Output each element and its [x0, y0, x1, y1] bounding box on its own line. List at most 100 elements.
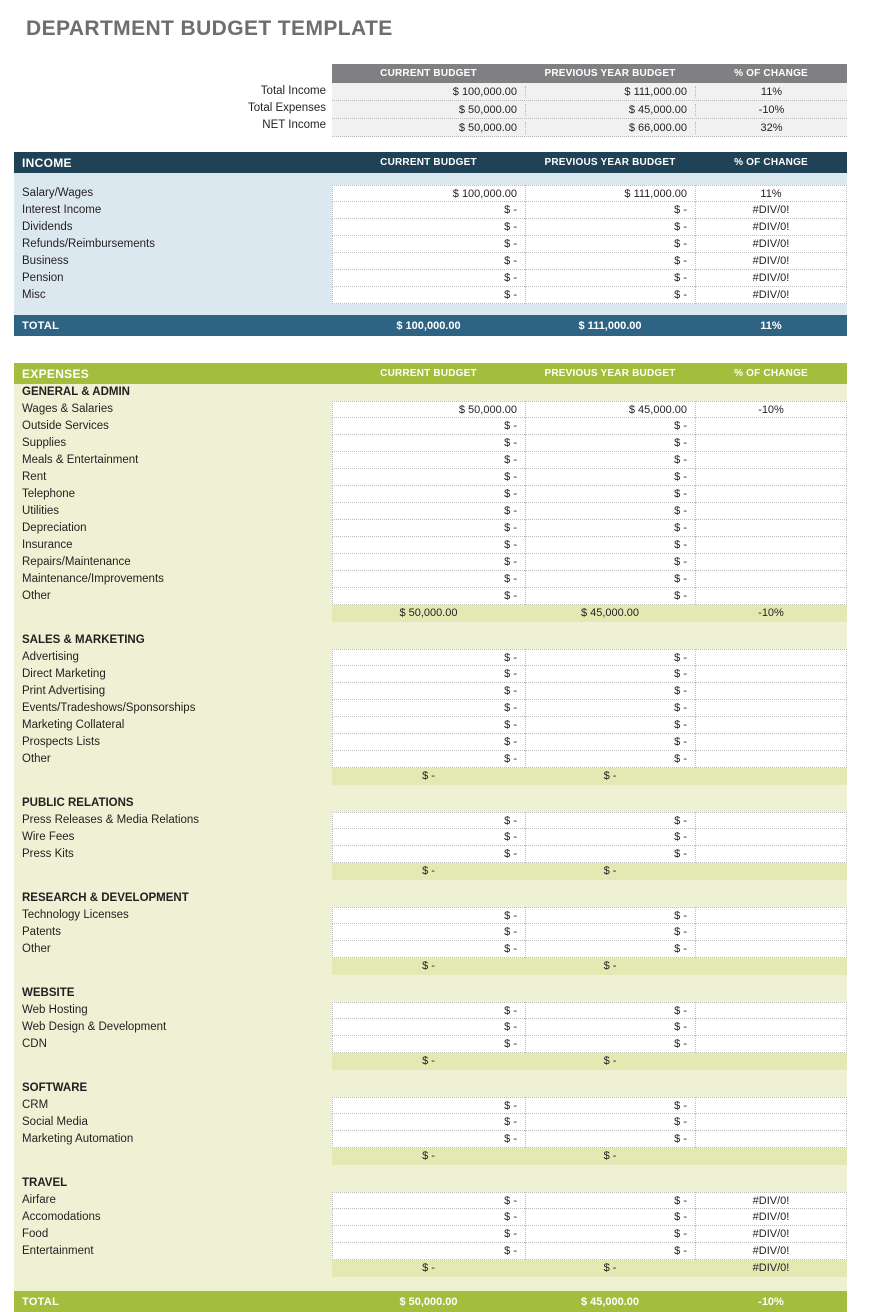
cell-previous[interactable]: $ -	[525, 503, 695, 520]
cell-previous[interactable]: $ -	[525, 253, 695, 270]
cell-previous[interactable]: $ -	[525, 452, 695, 469]
summary-label-total-income: Total Income	[260, 85, 326, 97]
expenses-header-change: % OF CHANGE	[734, 368, 808, 379]
cell-previous[interactable]: $ -	[525, 683, 695, 700]
cell-previous[interactable]: $ -	[525, 219, 695, 236]
cell-previous[interactable]: $ -	[525, 812, 695, 829]
cell-previous[interactable]: $ -	[525, 829, 695, 846]
cell-current[interactable]: $ -	[332, 236, 525, 253]
cell-current[interactable]: $ -	[332, 1209, 525, 1226]
subtotal-previous: $ -	[525, 863, 695, 880]
cell-current[interactable]: $ 100,000.00	[332, 185, 525, 202]
cell-current[interactable]: $ -	[332, 588, 525, 605]
cell-previous[interactable]: $ -	[525, 571, 695, 588]
cell-current[interactable]: $ -	[332, 537, 525, 554]
cell-previous[interactable]: $ -	[525, 418, 695, 435]
table-row[interactable]: $ 50,000.00 $ 45,000.00 -10%	[332, 101, 847, 119]
cell-current[interactable]: $ -	[332, 700, 525, 717]
cell-previous[interactable]: $ -	[525, 1114, 695, 1131]
cell-change: #DIV/0!	[695, 1192, 847, 1209]
cell-previous[interactable]: $ -	[525, 941, 695, 958]
summary-label-total-expenses: Total Expenses	[248, 102, 326, 114]
cell-current[interactable]: $ -	[332, 503, 525, 520]
cell-current[interactable]: $ -	[332, 907, 525, 924]
cell-previous[interactable]: $ -	[525, 469, 695, 486]
cell-previous[interactable]: $ -	[525, 1002, 695, 1019]
cell-current[interactable]: $ -	[332, 1019, 525, 1036]
cell-previous[interactable]: $ -	[525, 287, 695, 304]
cell-change: #DIV/0!	[695, 219, 847, 236]
cell-current[interactable]: $ -	[332, 924, 525, 941]
cell-current[interactable]: $ -	[332, 1097, 525, 1114]
cell-current[interactable]: $ 50,000.00	[332, 104, 525, 116]
cell-current[interactable]: $ -	[332, 270, 525, 287]
table-row[interactable]: $ 100,000.00 $ 111,000.00 11%	[332, 83, 847, 101]
cell-previous[interactable]: $ -	[525, 435, 695, 452]
cell-previous[interactable]: $ -	[525, 907, 695, 924]
cell-current[interactable]: $ -	[332, 751, 525, 768]
cell-previous[interactable]: $ 45,000.00	[525, 401, 695, 418]
cell-current[interactable]: $ -	[332, 812, 525, 829]
cell-previous[interactable]: $ -	[525, 666, 695, 683]
cell-previous[interactable]: $ 111,000.00	[525, 85, 695, 98]
cell-previous[interactable]: $ -	[525, 202, 695, 219]
cell-current[interactable]: $ -	[332, 1131, 525, 1148]
cell-current[interactable]: $ -	[332, 1226, 525, 1243]
cell-previous[interactable]: $ -	[525, 1019, 695, 1036]
cell-current[interactable]: $ -	[332, 571, 525, 588]
cell-current[interactable]: $ -	[332, 734, 525, 751]
cell-current[interactable]: $ -	[332, 717, 525, 734]
cell-previous[interactable]: $ -	[525, 1243, 695, 1260]
cell-previous[interactable]: $ -	[525, 588, 695, 605]
cell-current[interactable]: $ -	[332, 486, 525, 503]
cell-previous[interactable]: $ -	[525, 649, 695, 666]
cell-previous[interactable]: $ -	[525, 751, 695, 768]
cell-previous[interactable]: $ -	[525, 924, 695, 941]
cell-previous[interactable]: $ 66,000.00	[525, 121, 695, 134]
cell-current[interactable]: $ -	[332, 941, 525, 958]
cell-previous[interactable]: $ -	[525, 1036, 695, 1053]
cell-current[interactable]: $ -	[332, 469, 525, 486]
cell-previous[interactable]: $ -	[525, 1131, 695, 1148]
cell-previous[interactable]: $ -	[525, 717, 695, 734]
cell-current[interactable]: $ -	[332, 1036, 525, 1053]
cell-change	[695, 1019, 847, 1036]
cell-current[interactable]: $ -	[332, 219, 525, 236]
cell-previous[interactable]: $ -	[525, 236, 695, 253]
cell-current[interactable]: $ -	[332, 202, 525, 219]
cell-current[interactable]: $ -	[332, 829, 525, 846]
cell-current[interactable]: $ -	[332, 1114, 525, 1131]
cell-previous[interactable]: $ 45,000.00	[525, 103, 695, 116]
cell-previous[interactable]: $ 111,000.00	[525, 185, 695, 202]
cell-previous[interactable]: $ -	[525, 486, 695, 503]
cell-current[interactable]: $ -	[332, 435, 525, 452]
cell-previous[interactable]: $ -	[525, 700, 695, 717]
cell-current[interactable]: $ -	[332, 452, 525, 469]
cell-current[interactable]: $ -	[332, 418, 525, 435]
cell-previous[interactable]: $ -	[525, 1209, 695, 1226]
cell-current[interactable]: $ -	[332, 846, 525, 863]
cell-previous[interactable]: $ -	[525, 520, 695, 537]
cell-current[interactable]: $ 50,000.00	[332, 401, 525, 418]
cell-current[interactable]: $ -	[332, 1002, 525, 1019]
cell-current[interactable]: $ -	[332, 666, 525, 683]
cell-previous[interactable]: $ -	[525, 1226, 695, 1243]
cell-current[interactable]: $ -	[332, 683, 525, 700]
cell-current[interactable]: $ -	[332, 287, 525, 304]
cell-previous[interactable]: $ -	[525, 270, 695, 287]
cell-previous[interactable]: $ -	[525, 1097, 695, 1114]
cell-previous[interactable]: $ -	[525, 734, 695, 751]
cell-previous[interactable]: $ -	[525, 554, 695, 571]
cell-current[interactable]: $ -	[332, 554, 525, 571]
cell-previous[interactable]: $ -	[525, 1192, 695, 1209]
cell-current[interactable]: $ -	[332, 253, 525, 270]
cell-previous[interactable]: $ -	[525, 846, 695, 863]
cell-current[interactable]: $ 50,000.00	[332, 122, 525, 134]
cell-previous[interactable]: $ -	[525, 537, 695, 554]
cell-current[interactable]: $ -	[332, 649, 525, 666]
table-row[interactable]: $ 50,000.00 $ 66,000.00 32%	[332, 119, 847, 137]
cell-current[interactable]: $ -	[332, 1243, 525, 1260]
cell-current[interactable]: $ -	[332, 520, 525, 537]
cell-current[interactable]: $ -	[332, 1192, 525, 1209]
cell-current[interactable]: $ 100,000.00	[332, 86, 525, 98]
